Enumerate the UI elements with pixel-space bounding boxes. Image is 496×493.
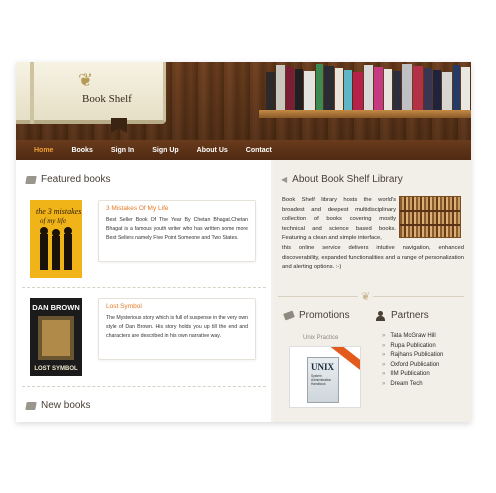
partner-item[interactable]: Rajhans Publication — [382, 351, 443, 361]
user-icon — [376, 310, 385, 321]
about-text: Book Shelf library hosts the world's bro… — [282, 196, 464, 273]
book-icon — [25, 175, 37, 184]
book-spine — [266, 72, 275, 110]
book-description: The Mysterious story which is full of su… — [106, 315, 248, 339]
site-header: ❦ Book Shelf — [16, 62, 471, 140]
featured-book-2: DAN BROWN LOST SYMBOL Lost Symbol The My… — [28, 298, 258, 380]
cover-author: DAN BROWN — [32, 303, 80, 312]
partners-heading-text: Partners — [391, 310, 429, 321]
tag-icon — [283, 310, 295, 321]
book-spine — [392, 71, 402, 110]
book-card-1: 3 Mistakes Of My Life Best Seller Book O… — [98, 200, 256, 262]
about-heading-text: About Book Shelf Library — [292, 174, 403, 185]
book-spine — [373, 67, 384, 110]
ornament-icon: ❦ — [358, 290, 374, 303]
browser-page: ❦ Book Shelf Home Books Sign In Sign Up … — [16, 62, 471, 422]
book-spine — [442, 72, 452, 110]
book-spine — [334, 68, 344, 110]
about-heading: ◀ About Book Shelf Library — [281, 174, 403, 185]
main-nav: Home Books Sign In Sign Up About Us Cont… — [16, 140, 471, 160]
book-title-link[interactable]: 3 Mistakes Of My Life — [106, 205, 248, 212]
partner-item[interactable]: Tata McGraw Hill — [382, 332, 443, 342]
new-books-heading: New books — [25, 400, 91, 411]
figure-3-head — [64, 227, 72, 235]
partner-item[interactable]: Rupa Publication — [382, 342, 443, 352]
book-spine — [424, 68, 432, 110]
about-text-part1: Book Shelf library hosts the world's bro… — [282, 197, 396, 242]
bookshelf-spines — [266, 62, 471, 110]
nav-books[interactable]: Books — [71, 147, 92, 154]
cover-art: the 3 mistakes of my life — [36, 207, 81, 270]
nav-contact[interactable]: Contact — [246, 147, 272, 154]
partner-item[interactable]: Oxford Publication — [382, 361, 443, 371]
nav-sign-up[interactable]: Sign Up — [152, 147, 178, 154]
book-spine — [286, 67, 294, 110]
nav-sign-in[interactable]: Sign In — [111, 147, 134, 154]
book-spine — [432, 70, 442, 110]
book-spine — [30, 62, 34, 124]
partner-item[interactable]: Dream Tech — [382, 380, 443, 390]
new-books-heading-text: New books — [41, 400, 91, 411]
figure-2 — [52, 236, 60, 270]
nav-about-us[interactable]: About Us — [197, 147, 228, 154]
featured-heading: Featured books — [25, 174, 111, 185]
partners-heading: Partners — [376, 310, 429, 321]
ornamental-divider: ❦ — [278, 290, 464, 303]
cover-text-2: of my life — [40, 217, 66, 225]
arrow-icon: ◀ — [281, 175, 288, 184]
promotions-heading-text: Promotions — [299, 310, 350, 321]
book-spine — [384, 69, 392, 110]
figure-3 — [64, 234, 72, 270]
book-cover-3-mistakes[interactable]: the 3 mistakes of my life — [30, 200, 82, 278]
promotion-book-cover: UNIX System Administration Handbook — [307, 357, 339, 403]
about-text-part2: this online service delivers intutive na… — [282, 244, 464, 271]
cover-title: LOST SYMBOL — [34, 366, 78, 372]
book-spine — [315, 64, 324, 110]
book-spine — [412, 66, 424, 110]
divider — [22, 386, 266, 387]
cover-art: DAN BROWN LOST SYMBOL — [32, 303, 80, 372]
featured-column: Featured books the 3 mistakes of my life… — [16, 160, 271, 422]
book-description: Best Seller Book Of The Year By Chetan B… — [106, 217, 248, 241]
shelf-board — [259, 110, 471, 118]
book-spine — [364, 65, 373, 110]
book-spine — [294, 69, 304, 110]
book-spine — [304, 71, 315, 110]
logo-book[interactable]: ❦ Book Shelf — [16, 62, 166, 124]
partners-list: Tata McGraw Hill Rupa Publication Rajhan… — [382, 332, 443, 390]
book-spine — [402, 64, 412, 110]
ornament-icon: ❦ — [78, 70, 94, 90]
promotion-caption: Unix Practice — [303, 335, 339, 341]
figure-1 — [40, 234, 48, 270]
sidebar-column: ◀ About Book Shelf Library Book Shelf li… — [274, 160, 471, 422]
book-spine — [275, 65, 286, 110]
promotion-book-title: UNIX — [311, 362, 335, 372]
book-title-link[interactable]: Lost Symbol — [106, 303, 248, 310]
partner-item[interactable]: IIM Publication — [382, 370, 443, 380]
nav-home[interactable]: Home — [34, 147, 53, 154]
book-spine — [344, 70, 352, 110]
book-spine — [352, 72, 364, 110]
book-icon — [25, 401, 37, 410]
cover-text-1: the 3 mistakes — [36, 207, 81, 216]
promotion-book-subtitle: System Administration Handbook — [311, 374, 332, 386]
book-spine — [461, 67, 471, 110]
featured-heading-text: Featured books — [41, 174, 111, 185]
promotions-heading: Promotions — [283, 310, 350, 321]
figure-1-head — [40, 227, 48, 235]
book-card-2: Lost Symbol The Mysterious story which i… — [98, 298, 256, 360]
cover-image-inner — [42, 320, 70, 356]
divider — [22, 287, 266, 288]
site-logo-title: Book Shelf — [82, 93, 132, 105]
book-spine — [324, 66, 334, 110]
promotion-book-image[interactable]: UNIX System Administration Handbook — [289, 346, 361, 408]
book-spine — [452, 65, 461, 110]
bookmark-ribbon — [111, 118, 127, 133]
book-cover-lost-symbol[interactable]: DAN BROWN LOST SYMBOL — [30, 298, 82, 376]
figure-2-head — [52, 229, 60, 237]
featured-book-1: the 3 mistakes of my life 3 Mistakes Of … — [28, 200, 258, 282]
